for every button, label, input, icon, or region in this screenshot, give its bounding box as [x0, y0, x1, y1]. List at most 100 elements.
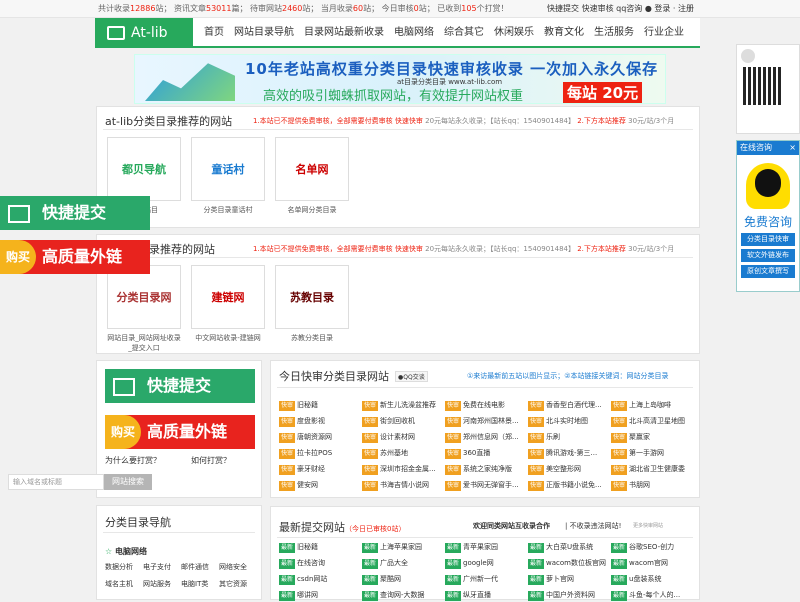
site-list-item[interactable]: 快审 正版书籍小说免... [528, 479, 608, 492]
subcategory-link[interactable]: 电脑IT类 [181, 579, 219, 589]
site-list-item[interactable]: 快审 北斗实时地图 [528, 415, 608, 428]
qq-consult-link[interactable]: qq咨询 [616, 4, 642, 13]
site-list-item[interactable]: 最新 斗鱼-每个人的... [611, 589, 691, 602]
nav-item-education[interactable]: 教育文化 [539, 18, 589, 48]
nav-item-directory[interactable]: 网站目录导航 [229, 18, 299, 48]
nav-item-life[interactable]: 生活服务 [589, 18, 639, 48]
quick-submit-link[interactable]: 快捷提交 [547, 4, 579, 13]
site-list-item[interactable]: 快审 拉卡拉POS [279, 447, 359, 460]
site-list-item[interactable]: 快审 设计素材网 [362, 431, 442, 444]
site-list-item[interactable]: 快审 360直播 [445, 447, 525, 460]
float-quick-submit-button[interactable]: 快捷提交 [0, 196, 150, 230]
promo-banner[interactable]: 10年老站高权重分类目录快速审核收录 一次加入永久保存 at目录分类目录 www… [134, 54, 666, 104]
site-list-item[interactable]: 快审 上海上岛咖啡 [611, 399, 691, 412]
site-list-item[interactable]: 最新 csdn网站 [279, 573, 359, 586]
domain-search-input[interactable]: 输入域名或标题 [8, 474, 104, 490]
site-list-item[interactable]: 快审 书海吉情小说网 [362, 479, 442, 492]
why-tip-link[interactable]: 为什么要打赏？ [105, 455, 161, 466]
site-list-item[interactable]: 最新 旧秘籍 [279, 541, 359, 554]
free-consult-label[interactable]: 免费咨询 [737, 213, 799, 230]
site-list-item[interactable]: 最新 上海苹果家园 [362, 541, 442, 554]
category-heading[interactable]: ☆ 电脑网络 [105, 546, 147, 557]
site-list-item[interactable]: 快审 深圳市招金金属... [362, 463, 442, 476]
site-list-item[interactable]: 最新 大白菜U盘系统 [528, 541, 608, 554]
more-link[interactable]: 更多快审网站 [633, 522, 663, 529]
register-link[interactable]: 注册 [678, 4, 694, 13]
site-card[interactable]: 名单网 名单网分类目录 [275, 137, 349, 215]
subcategory-link[interactable]: 电子支付 [143, 562, 181, 572]
how-tip-link[interactable]: 如何打赏？ [191, 455, 231, 466]
site-list-item[interactable]: 快审 系统之家纯净版 [445, 463, 525, 476]
site-list-item[interactable]: 快审 郑州信息网（郑... [445, 431, 525, 444]
site-list-item[interactable]: 快审 度盘影视 [279, 415, 359, 428]
site-list-item[interactable]: 快审 聚赢家 [611, 431, 691, 444]
site-logo[interactable]: At-lib [95, 18, 193, 48]
site-list-item[interactable]: 最新 萝卜官网 [528, 573, 608, 586]
site-list-item[interactable]: 最新 谷歌SEO-创力 [611, 541, 691, 554]
site-list-item[interactable]: 快审 旧秘籍 [279, 399, 359, 412]
site-list-item[interactable]: 快审 美空整形网 [528, 463, 608, 476]
site-list-item[interactable]: 快审 腾讯游戏-第三... [528, 447, 608, 460]
site-link-text: 新生儿洗澡盆推荐 [380, 401, 437, 409]
backlink-button[interactable]: 购买 高质量外链 [105, 415, 255, 449]
login-link[interactable]: 登录 [654, 4, 670, 13]
site-list-item[interactable]: 最新 查询网-大数据 [362, 589, 442, 602]
site-list-item[interactable]: 最新 在线咨询 [279, 557, 359, 570]
site-list-item[interactable]: 快审 免费在线电影 [445, 399, 525, 412]
site-list-item[interactable]: 快审 新生儿洗澡盆推荐 [362, 399, 442, 412]
site-list-item[interactable]: 最新 wacom官网 [611, 557, 691, 570]
site-link-text: 度盘影视 [297, 417, 326, 425]
site-list-item[interactable]: 最新 u盘装系统 [611, 573, 691, 586]
site-list-item[interactable]: 快审 书朋网 [611, 479, 691, 492]
site-list-item[interactable]: 最新 青苹果家园 [445, 541, 525, 554]
nav-item-leisure[interactable]: 休闲娱乐 [489, 18, 539, 48]
quick-submit-button[interactable]: 快捷提交 [105, 369, 255, 403]
subcategory-link[interactable]: 其它资源 [219, 579, 257, 589]
site-list-item[interactable]: 最新 哪讲网 [279, 589, 359, 602]
site-card[interactable]: 建链网 中文网站收录-建链网 [191, 265, 265, 343]
nav-item-latest[interactable]: 目录网站最新收录 [299, 18, 389, 48]
quick-review-button[interactable]: 分类目录快审 [741, 233, 795, 246]
site-list-item[interactable]: 最新 中国户外资料网 [528, 589, 608, 602]
site-list-item[interactable]: 快审 北斗高清卫星地图 [611, 415, 691, 428]
site-list-item[interactable]: 快审 香香型白酒代理... [528, 399, 608, 412]
qq-chat-badge[interactable]: ●QQ交谈 [395, 371, 428, 382]
site-list-item[interactable]: 最新 google网 [445, 557, 525, 570]
nav-item-computer[interactable]: 电脑网络 [389, 18, 439, 48]
site-list-item[interactable]: 最新 wacom数位板官网 [528, 557, 608, 570]
site-list-item[interactable]: 最新 广品大全 [362, 557, 442, 570]
site-card[interactable]: 分类目录网 网站目录_网站网址收录_提交入口 [107, 265, 181, 353]
tag-badge: 快审 [279, 401, 296, 411]
site-list-item[interactable]: 快审 湖北省卫生健康委 [611, 463, 691, 476]
nav-item-home[interactable]: 首页 [199, 18, 229, 48]
site-list-item[interactable]: 快审 河南郑州国林景... [445, 415, 525, 428]
nav-item-industry[interactable]: 行业企业 [639, 18, 689, 48]
site-list-item[interactable]: 快审 健安网 [279, 479, 359, 492]
recommended-sites-panel-2: 录推荐的网站 1.本站已不提供免费审核，全部需要付费审核 快速快审 20元每站永… [96, 234, 700, 354]
site-list-item[interactable]: 快审 乐刷 [528, 431, 608, 444]
quick-review-link[interactable]: 快速审核 [582, 4, 614, 13]
nav-item-misc[interactable]: 综合其它 [439, 18, 489, 48]
site-search-button[interactable]: 网站搜索 [104, 474, 152, 490]
close-icon[interactable]: × [789, 141, 796, 155]
subcategory-link[interactable]: 网络安全 [219, 562, 257, 572]
site-list-item[interactable]: 快审 第一手游网 [611, 447, 691, 460]
subcategory-link[interactable]: 数据分析 [105, 562, 143, 572]
site-list-item[interactable]: 快审 爱书网无弹窗手... [445, 479, 525, 492]
float-backlink-button[interactable]: 购买 高质量外链 [0, 240, 150, 274]
site-list-item[interactable]: 快审 唐朝资源网 [279, 431, 359, 444]
site-list-item[interactable]: 快审 街剑回收机 [362, 415, 442, 428]
original-article-button[interactable]: 原创文章撰写 [741, 265, 795, 278]
subcategory-link[interactable]: 邮件通信 [181, 562, 219, 572]
site-list-item[interactable]: 快审 苏州基地 [362, 447, 442, 460]
site-card[interactable]: 苏教目录 苏教分类目录 [275, 265, 349, 343]
site-list-item[interactable]: 最新 广州新一代 [445, 573, 525, 586]
site-card[interactable]: 童话村 分类目录童话村 [191, 137, 265, 215]
site-list-item[interactable]: 快审 豪牙财经 [279, 463, 359, 476]
subcategory-link[interactable]: 域名主机 [105, 579, 143, 589]
tag-badge: 快审 [445, 433, 462, 443]
subcategory-link[interactable]: 网站服务 [143, 579, 181, 589]
site-list-item[interactable]: 最新 纵牙直播 [445, 589, 525, 602]
site-list-item[interactable]: 最新 聚酷网 [362, 573, 442, 586]
article-backlink-button[interactable]: 软文外链发布 [741, 249, 795, 262]
